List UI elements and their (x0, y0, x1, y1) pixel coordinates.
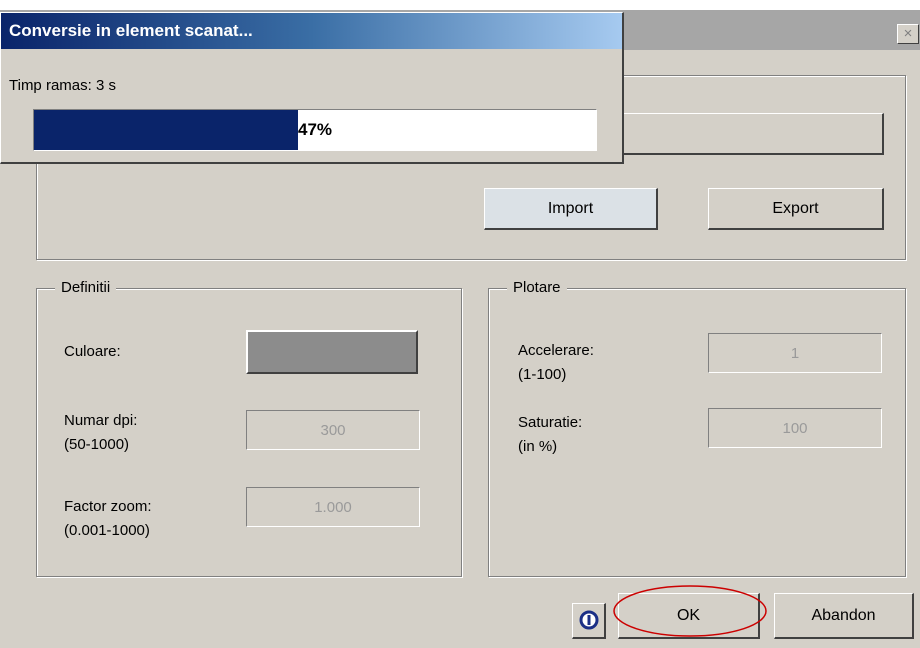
info-icon (579, 610, 599, 630)
saturation-input[interactable] (708, 408, 882, 448)
zoom-range-label: (0.001-1000) (64, 522, 150, 539)
progress-bar: 47% (33, 109, 597, 151)
import-button[interactable]: Import (484, 188, 658, 230)
color-swatch-button[interactable] (246, 330, 418, 374)
cancel-button[interactable]: Abandon (774, 593, 914, 639)
dpi-range-label: (50-1000) (64, 436, 130, 453)
zoom-label: Factor zoom: (64, 498, 152, 515)
definitions-legend: Definitii (55, 279, 117, 297)
color-label: Culoare: (64, 343, 121, 360)
progress-popup: Conversie in element scanat... Timp rama… (0, 12, 624, 164)
saturation-label: Saturatie: (518, 414, 583, 431)
export-button[interactable]: Export (708, 188, 884, 230)
dpi-input[interactable] (246, 410, 420, 450)
close-icon[interactable]: × (897, 24, 919, 44)
acceleration-range-label: (1-100) (518, 366, 567, 383)
time-remaining-text: Timp ramas: 3 s (9, 77, 116, 94)
progress-percent: 47% (297, 120, 333, 139)
zoom-input[interactable] (246, 487, 420, 527)
plotting-legend: Plotare (507, 279, 567, 297)
acceleration-label: Accelerare: (518, 342, 594, 359)
info-button[interactable] (572, 603, 606, 639)
ok-button[interactable]: OK (618, 593, 760, 639)
saturation-unit-label: (in %) (518, 438, 558, 455)
dpi-label: Numar dpi: (64, 412, 138, 429)
progress-popup-title: Conversie in element scanat... (1, 13, 622, 49)
acceleration-input[interactable] (708, 333, 882, 373)
